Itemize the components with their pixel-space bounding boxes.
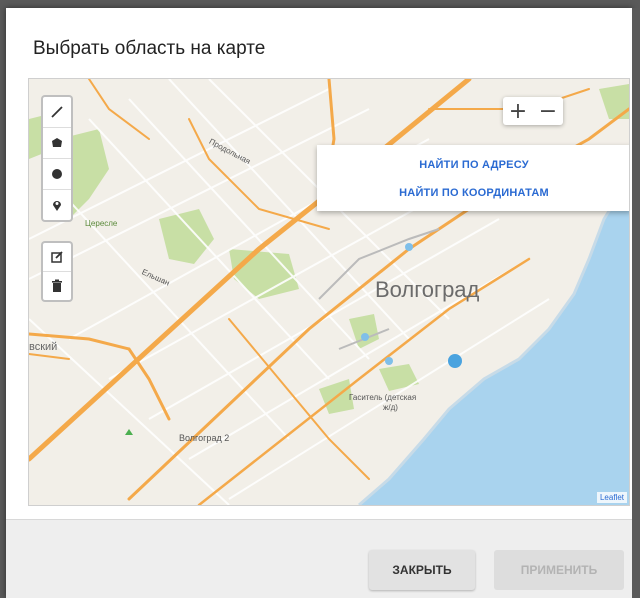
- map-tiles: [29, 79, 629, 505]
- draw-marker-button[interactable]: [43, 190, 71, 220]
- map-label-vskiy: вский: [29, 341, 58, 353]
- map-dialog: Выбрать область на карте Продольная Цере…: [6, 8, 632, 598]
- close-button[interactable]: ЗАКРЫТЬ: [369, 550, 475, 590]
- backdrop-edge: [632, 8, 640, 598]
- map-label-volgograd2: Волгоград 2: [179, 433, 230, 443]
- draw-polygon-button[interactable]: [43, 128, 71, 159]
- map-label-zelenyi: Цересле: [85, 219, 118, 228]
- delete-layers-button[interactable]: [43, 272, 71, 300]
- draw-polyline-button[interactable]: [43, 97, 71, 128]
- polygon-icon: [52, 138, 62, 147]
- search-panel: НАЙТИ ПО АДРЕСУ НАЙТИ ПО КООРДИНАТАМ: [317, 145, 629, 211]
- dialog-title: Выбрать область на карте: [33, 38, 266, 59]
- apply-button[interactable]: ПРИМЕНИТЬ: [494, 550, 624, 590]
- edit-toolbar: [41, 241, 73, 302]
- dialog-footer: ЗАКРЫТЬ ПРИМЕНИТЬ: [6, 519, 632, 598]
- draw-circle-button[interactable]: [43, 159, 71, 190]
- map-label-gasitel2: ж/д): [383, 403, 398, 412]
- delete-icon: [52, 279, 62, 292]
- zoom-in-button[interactable]: +: [503, 97, 533, 125]
- zoom-out-button[interactable]: −: [533, 97, 563, 125]
- map-city-label: Волгоград: [375, 277, 480, 302]
- polyline-icon: [51, 106, 63, 118]
- zoom-control: + −: [503, 97, 563, 125]
- draw-toolbar: [41, 95, 73, 222]
- map-view[interactable]: Продольная Цересле Ельшан Волгоград 2 Га…: [28, 78, 630, 506]
- edit-layers-button[interactable]: [43, 243, 71, 272]
- find-by-address-link[interactable]: НАЙТИ ПО АДРЕСУ: [317, 159, 629, 171]
- circle-icon: [52, 169, 62, 179]
- map-label-gasitel: Гаситель (детская: [349, 393, 417, 402]
- leaflet-attribution-link[interactable]: Leaflet: [596, 492, 627, 503]
- edit-icon: [51, 251, 63, 263]
- marker-icon: [53, 201, 61, 211]
- find-by-coordinates-link[interactable]: НАЙТИ ПО КООРДИНАТАМ: [317, 187, 629, 199]
